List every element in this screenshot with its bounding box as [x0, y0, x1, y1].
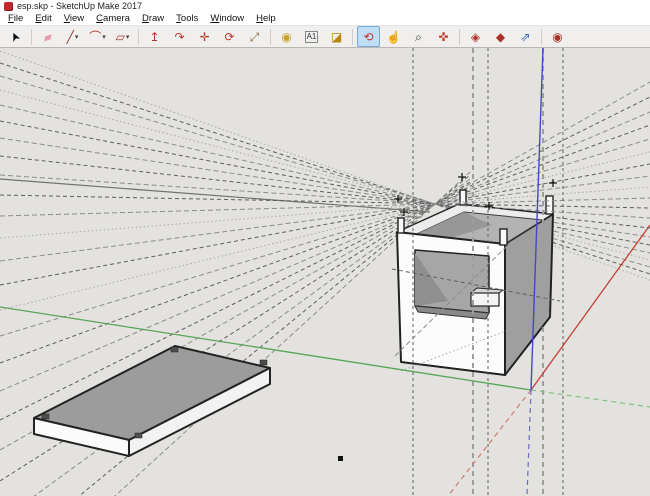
zoom-tool-icon: ⌕	[415, 31, 422, 43]
title-bar: esp.skp - SketchUp Make 2017	[0, 0, 650, 13]
rectangle-tool-icon: ▱	[116, 31, 125, 43]
paint-bucket-tool-icon: ◪	[331, 31, 342, 43]
extension-warehouse-button-icon: ◉	[552, 31, 562, 43]
export-model-button-icon: ⇗	[520, 31, 530, 43]
rotate-tool-icon: ⟳	[224, 31, 234, 43]
chevron-down-icon[interactable]: ▾	[75, 33, 79, 41]
follow-me-tool[interactable]: ↷	[168, 26, 191, 47]
slab-corner-hole[interactable]	[171, 347, 178, 352]
viewport-3d[interactable]	[0, 48, 650, 496]
arc-tool-icon: ⌒	[89, 31, 101, 43]
toolbar-separator	[31, 29, 32, 45]
text-tool[interactable]: A1	[300, 26, 323, 47]
eraser-tool-icon: ▰	[41, 29, 54, 43]
push-pull-tool-icon: ↥	[149, 31, 159, 43]
menu-help[interactable]: Help	[250, 13, 282, 25]
toolbar: ➤▰╱▾⌒▾▱▾↥↷✛⟳⤢◉A1◪⟲☝⌕✜◈◆⇗◉	[0, 26, 650, 48]
orbit-tool-icon: ⟲	[363, 31, 373, 43]
sketchup-logo-icon	[4, 2, 13, 11]
toolbar-separator	[541, 29, 542, 45]
eraser-tool[interactable]: ▰	[36, 26, 59, 47]
inner-block[interactable]	[471, 293, 499, 306]
slab-corner-hole[interactable]	[260, 360, 267, 365]
scale-tool-icon: ⤢	[250, 31, 260, 43]
toolbar-separator	[352, 29, 353, 45]
extension-warehouse-button[interactable]: ◉	[546, 26, 569, 47]
arc-tool[interactable]: ⌒▾	[86, 26, 109, 47]
push-pull-tool[interactable]: ↥	[143, 26, 166, 47]
menu-draw[interactable]: Draw	[136, 13, 170, 25]
guide-point-marker[interactable]	[458, 173, 466, 181]
menu-file[interactable]: File	[2, 13, 29, 25]
pan-tool[interactable]: ☝	[382, 26, 405, 47]
zoom-extents-tool-icon: ✜	[438, 31, 448, 43]
get-models-button-icon: ◈	[471, 31, 480, 43]
export-model-button[interactable]: ⇗	[514, 26, 537, 47]
follow-me-tool-icon: ↷	[174, 31, 184, 43]
slab-corner-hole[interactable]	[42, 414, 49, 419]
axis-red-negative[interactable]	[448, 390, 531, 496]
menu-camera[interactable]: Camera	[90, 13, 136, 25]
share-model-button[interactable]: ◆	[489, 26, 512, 47]
zoom-extents-tool[interactable]: ✜	[432, 26, 455, 47]
move-tool-icon: ✛	[199, 31, 209, 43]
zoom-tool[interactable]: ⌕	[407, 26, 430, 47]
axis-blue-negative[interactable]	[527, 390, 531, 496]
line-tool-icon: ╱	[67, 31, 74, 43]
slab-corner-hole[interactable]	[135, 433, 142, 438]
corner-post[interactable]	[500, 229, 507, 245]
toolbar-separator	[138, 29, 139, 45]
rotate-tool[interactable]: ⟳	[218, 26, 241, 47]
tape-measure-tool[interactable]: ◉	[275, 26, 298, 47]
guide-point-dot[interactable]	[338, 456, 343, 461]
text-tool-icon: A1	[305, 31, 319, 43]
toolbar-separator	[270, 29, 271, 45]
move-tool[interactable]: ✛	[193, 26, 216, 47]
line-tool[interactable]: ╱▾	[61, 26, 84, 47]
pan-tool-icon: ☝	[386, 31, 401, 43]
guide-point-marker[interactable]	[549, 179, 557, 187]
window-title: esp.skp - SketchUp Make 2017	[17, 0, 142, 13]
chevron-down-icon[interactable]: ▾	[102, 33, 106, 41]
select-tool[interactable]: ➤	[4, 26, 27, 47]
edge-line[interactable]	[0, 179, 430, 212]
tape-measure-tool-icon: ◉	[281, 31, 291, 43]
get-models-button[interactable]: ◈	[464, 26, 487, 47]
rectangle-tool[interactable]: ▱▾	[111, 26, 134, 47]
menu-view[interactable]: View	[58, 13, 90, 25]
menu-window[interactable]: Window	[204, 13, 250, 25]
menu-bar: FileEditViewCameraDrawToolsWindowHelp	[0, 13, 650, 26]
share-model-button-icon: ◆	[496, 31, 505, 43]
orbit-tool[interactable]: ⟲	[357, 26, 380, 47]
chevron-down-icon[interactable]: ▾	[126, 33, 130, 41]
corner-post[interactable]	[398, 218, 404, 233]
menu-tools[interactable]: Tools	[170, 13, 204, 25]
paint-bucket-tool[interactable]: ◪	[325, 26, 348, 47]
select-tool-icon: ➤	[8, 29, 23, 43]
toolbar-separator	[459, 29, 460, 45]
axis-green-negative[interactable]	[531, 390, 650, 407]
scale-tool[interactable]: ⤢	[243, 26, 266, 47]
menu-edit[interactable]: Edit	[29, 13, 57, 25]
